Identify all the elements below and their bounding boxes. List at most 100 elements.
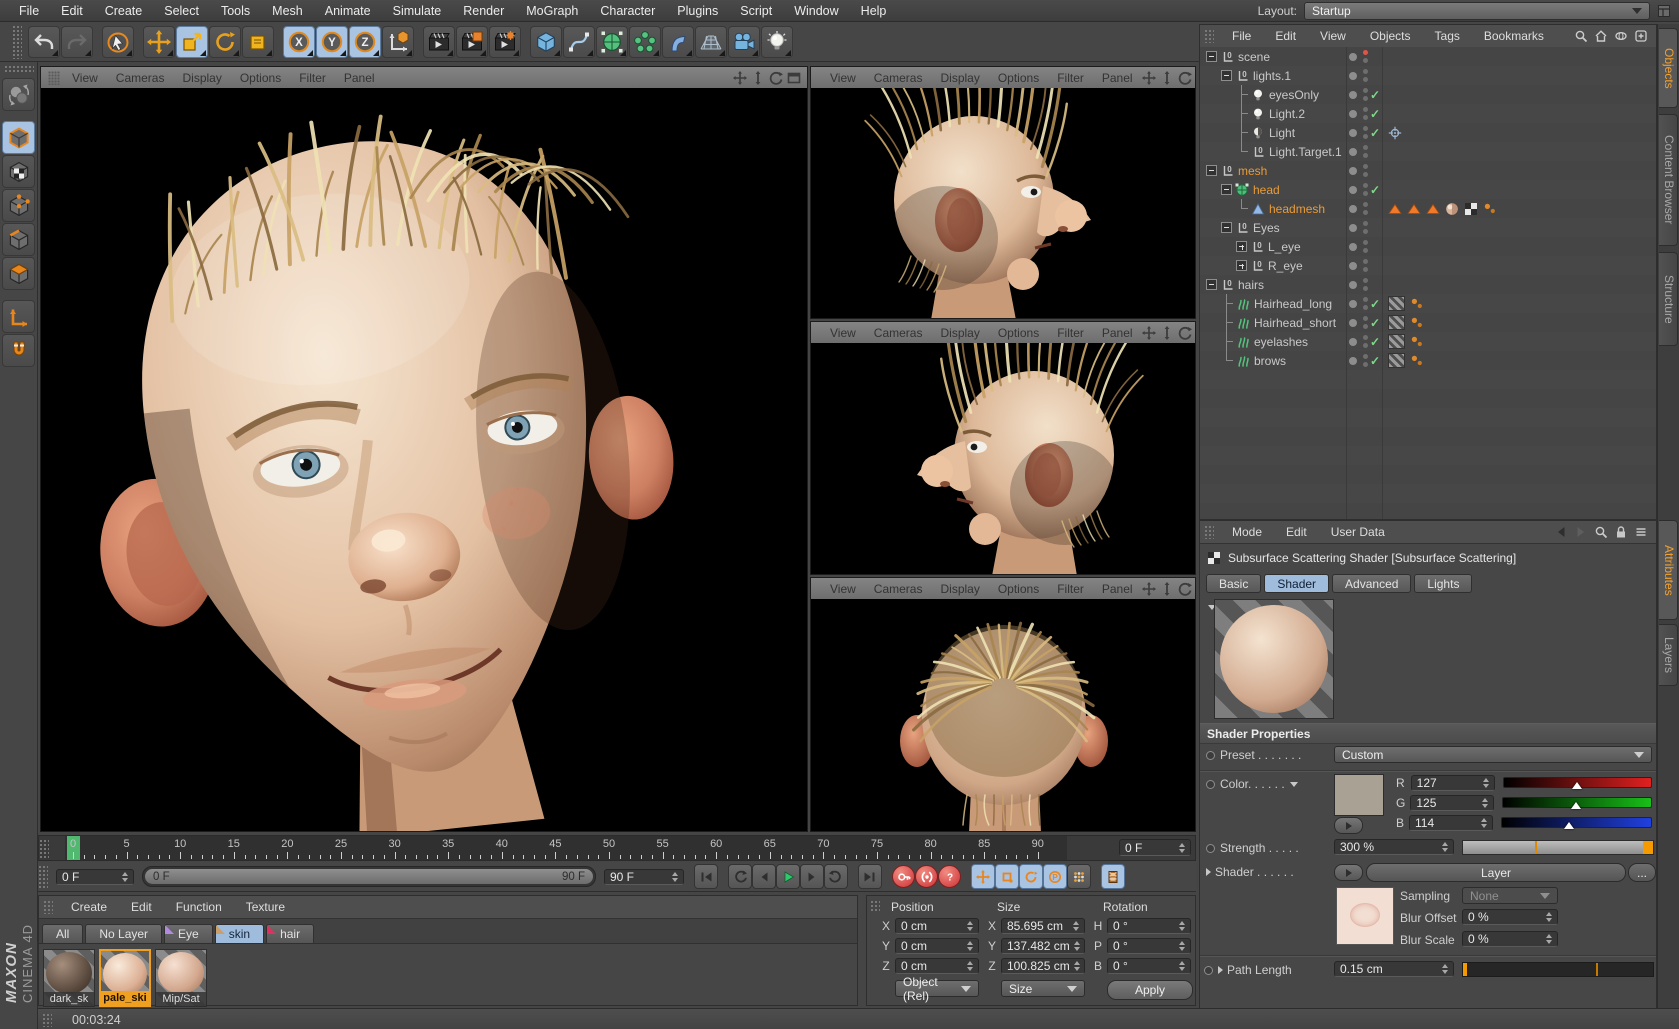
layer-dot[interactable] [1349,357,1357,365]
tree-item-light-2[interactable]: Light.2✓ [1200,104,1656,123]
menu-help[interactable]: Help [850,4,898,18]
viewport-back[interactable]: ViewCamerasDisplayOptionsFilterPanel [810,577,1196,832]
add-spline-button[interactable] [563,26,595,58]
add-deformer-button[interactable] [662,26,694,58]
menu-mode[interactable]: Mode [1220,525,1274,539]
visibility-dots[interactable] [1363,259,1368,272]
texture-mode-button[interactable] [2,155,35,188]
move-tool-button[interactable] [143,26,175,58]
tab-shader[interactable]: Shader [1264,574,1329,593]
menu-panel[interactable]: Panel [1093,326,1142,340]
material-tab-hair[interactable]: hair [266,924,314,943]
menu-panel[interactable]: Panel [1093,582,1142,596]
tree-item-lights-1[interactable]: 0lights.1 [1200,66,1656,85]
make-preview-button[interactable] [1101,864,1125,889]
menu-create[interactable]: Create [94,4,154,18]
expand-icon[interactable] [1236,241,1247,252]
material-grip[interactable] [43,900,53,914]
render-settings-button[interactable] [489,26,521,58]
viewport-maximize-icon[interactable] [787,71,801,85]
b-field[interactable]: 114 [1409,815,1493,831]
frame-range-slider[interactable]: 0 F 90 F [142,866,596,887]
polygon-mode-button[interactable] [2,257,35,290]
edge-mode-button[interactable] [2,223,35,256]
visibility-dots[interactable] [1363,126,1368,139]
point-mode-button[interactable] [2,189,35,222]
add-array-button[interactable] [629,26,661,58]
shader-texture-thumbnail[interactable] [1336,887,1394,945]
material-tab-no-layer[interactable]: No Layer [85,924,162,943]
axis-mode-button[interactable] [2,300,35,333]
visibility-dots[interactable] [1363,316,1368,329]
menu-select[interactable]: Select [153,4,210,18]
key-rotation-button[interactable] [1019,864,1043,889]
menu-file[interactable]: File [1220,29,1263,43]
viewport-left[interactable]: ViewCamerasDisplayOptionsFilterPanel [810,321,1196,575]
tree-item-mesh[interactable]: 0mesh [1200,161,1656,180]
visibility-dots[interactable] [1363,145,1368,158]
viewport-rotate-icon[interactable] [769,71,783,85]
path-length-slider-handle[interactable] [1463,963,1467,976]
key-pla-button[interactable] [1067,864,1091,889]
menu-filter[interactable]: Filter [1048,71,1093,85]
tree-item-hairs[interactable]: 0hairs [1200,275,1656,294]
rotation-p-field[interactable]: 0 ° [1107,938,1191,954]
dots-tag-icon[interactable] [1410,297,1424,311]
next-frame-button[interactable] [800,864,824,889]
tree-item-r-eye[interactable]: 0R_eye [1200,256,1656,275]
last-tool-button[interactable] [242,26,274,58]
menu-options[interactable]: Options [989,582,1048,596]
coordinates-grip[interactable] [870,900,880,912]
viewport-rotate-icon[interactable] [1178,582,1192,596]
tab-lights[interactable]: Lights [1414,574,1472,593]
menu-edit[interactable]: Edit [119,900,164,914]
rotate-tool-button[interactable] [209,26,241,58]
strength-slider-handle[interactable] [1643,841,1653,854]
lock-icon[interactable] [1614,525,1628,539]
search-icon[interactable] [1574,29,1588,43]
hair-material-tag-icon[interactable] [1388,296,1405,311]
key-position-button[interactable] [971,864,995,889]
record-keyframe-button[interactable] [892,865,915,888]
goto-end-button[interactable] [858,864,882,889]
color-expand-icon[interactable] [1290,782,1298,787]
layer-dot[interactable] [1349,338,1357,346]
autokey-button[interactable] [915,865,938,888]
viewport-rotate-icon[interactable] [1178,326,1192,340]
target-tag-icon[interactable] [1388,126,1402,140]
menu-filter[interactable]: Filter [1048,326,1093,340]
menu-function[interactable]: Function [164,900,234,914]
end-frame-field[interactable]: 90 F [604,869,684,885]
shader-preview[interactable] [1214,599,1334,719]
tree-item-headmesh[interactable]: headmesh [1200,199,1656,218]
viewport-perspective[interactable]: ViewCamerasDisplayOptionsFilterPanel [40,66,808,832]
size-x-field[interactable]: 85.695 cm [1001,918,1085,934]
path-length-slider[interactable] [1462,962,1654,977]
menu-edit[interactable]: Edit [1274,525,1319,539]
add-subdivision-button[interactable] [596,26,628,58]
menu-character[interactable]: Character [589,4,666,18]
visibility-dots[interactable] [1363,354,1368,367]
layer-dot[interactable] [1349,224,1357,232]
menu-view[interactable]: View [821,71,865,85]
enabled-check-icon[interactable]: ✓ [1370,126,1380,140]
dots-tag-icon[interactable] [1410,316,1424,330]
menu-mesh[interactable]: Mesh [261,4,314,18]
transport-grip[interactable] [38,865,48,889]
menu-cameras[interactable]: Cameras [865,71,932,85]
position-z-field[interactable]: 0 cm [895,958,979,974]
tab-advanced[interactable]: Advanced [1332,574,1411,593]
goto-start-button[interactable] [694,864,718,889]
rotation-h-field[interactable]: 0 ° [1107,918,1191,934]
menu-panel[interactable]: Panel [335,71,384,85]
menu-options[interactable]: Options [989,71,1048,85]
add-floor-button[interactable] [695,26,727,58]
position-x-field[interactable]: 0 cm [895,918,979,934]
collapse-icon[interactable] [1221,222,1232,233]
g-slider[interactable] [1502,797,1652,808]
render-view-button[interactable] [423,26,455,58]
lock-y-button[interactable]: Y [316,26,348,58]
current-frame-field[interactable]: 0 F [56,869,134,885]
layer-dot[interactable] [1349,205,1357,213]
render-region-button[interactable] [456,26,488,58]
